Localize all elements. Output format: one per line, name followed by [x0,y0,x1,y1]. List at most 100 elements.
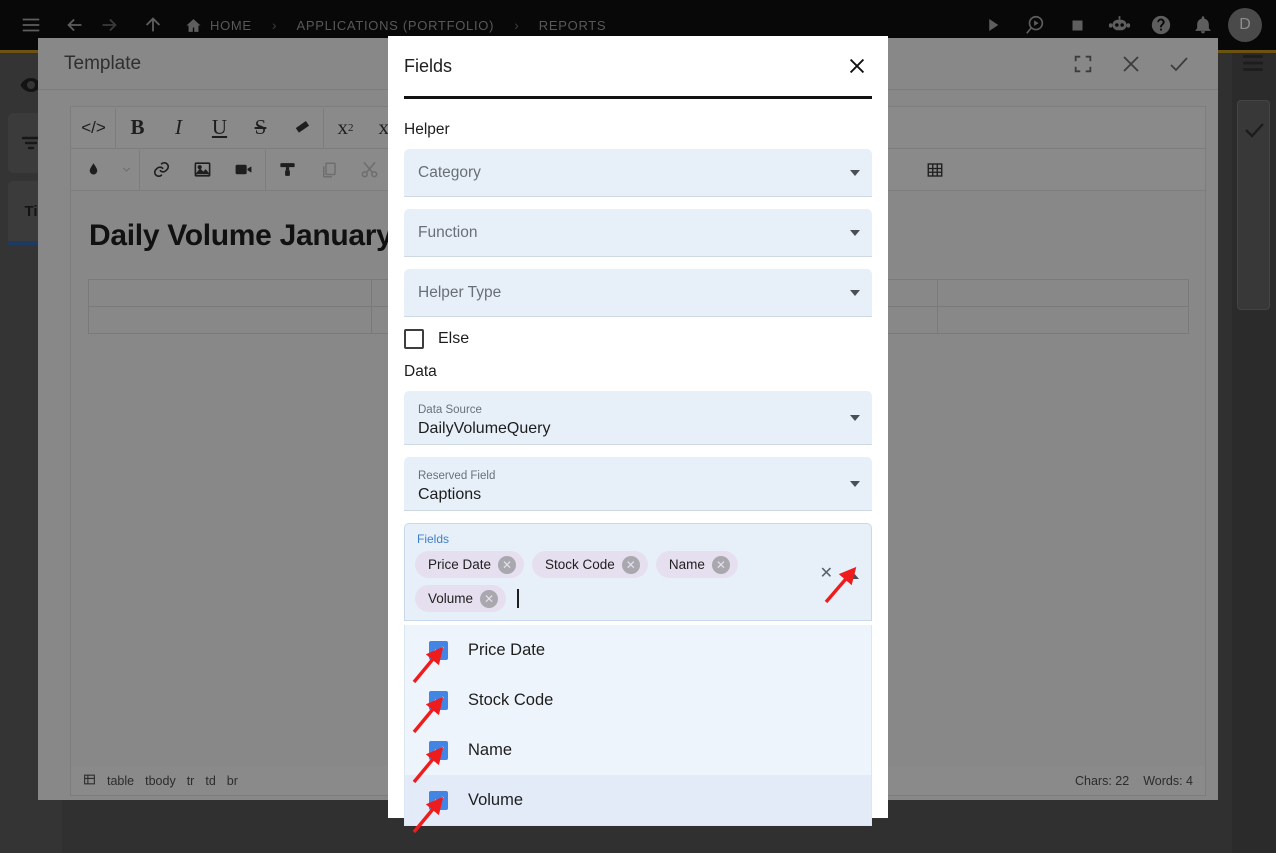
breadcrumb-item-home[interactable]: HOME [206,18,256,33]
chip-stock-code[interactable]: Stock Code ✕ [532,551,648,578]
option-label: Volume [468,790,524,809]
reserved-field-select[interactable]: Reserved Field Captions [404,457,872,511]
text-color-icon[interactable] [73,150,114,190]
path-item-br[interactable]: br [227,774,238,788]
helper-type-placeholder: Helper Type [418,283,502,301]
category-select[interactable]: Category [404,149,872,197]
word-count: Words: 4 [1143,773,1193,788]
chevron-down-icon [850,414,860,421]
clear-format-icon[interactable] [281,108,322,148]
checkbox-checked-icon[interactable] [429,790,448,810]
table-cell[interactable] [937,306,1189,334]
superscript-icon[interactable]: x2 [325,108,366,148]
color-chevron-icon[interactable] [114,150,138,190]
reserved-field-value: Captions [418,485,482,503]
breadcrumb-item-reports[interactable]: REPORTS [535,18,611,33]
checkbox-checked-icon[interactable] [429,740,448,760]
else-checkbox-row[interactable]: Else [404,329,872,349]
chip-label: Name [668,557,705,572]
option-name[interactable]: Name [405,725,871,775]
hamburger-icon[interactable] [14,8,48,42]
chevron-up-icon[interactable] [847,572,859,579]
data-source-value: DailyVolumeQuery [418,419,551,437]
underline-icon[interactable]: U [199,108,240,148]
table-cell[interactable] [88,279,372,307]
chip-price-date[interactable]: Price Date ✕ [415,551,525,578]
breadcrumb-separator: › [271,17,277,33]
selected-chips: Price Date ✕ Stock Code ✕ Name ✕ Volume … [415,551,811,612]
chip-remove-icon[interactable]: ✕ [480,589,499,608]
path-item-table[interactable]: table [107,774,134,788]
fields-legend: Fields [417,532,450,546]
italic-icon[interactable]: I [158,108,199,148]
toolbar-divider [265,149,266,190]
search-play-icon[interactable] [1018,8,1052,42]
option-stock-code[interactable]: Stock Code [405,675,871,725]
path-item-td[interactable]: td [205,774,215,788]
helper-type-select[interactable]: Helper Type [404,269,872,317]
arrow-right-icon [92,8,126,42]
confirm-check-icon[interactable] [1166,51,1192,77]
chip-remove-icon[interactable]: ✕ [498,555,517,574]
chip-volume[interactable]: Volume ✕ [415,585,507,612]
help-icon[interactable] [1144,8,1178,42]
fields-text-cursor[interactable] [517,589,520,608]
check-icon [1242,118,1266,147]
chip-label: Stock Code [545,557,615,572]
close-icon[interactable] [1118,51,1144,77]
status-counts: Chars: 22 Words: 4 [1075,774,1193,788]
option-label: Name [468,740,513,759]
source-code-icon[interactable]: </> [73,108,114,148]
chip-remove-icon[interactable]: ✕ [711,555,730,574]
data-source-select[interactable]: Data Source DailyVolumeQuery [404,391,872,445]
clear-all-icon[interactable]: ✕ [820,566,833,582]
option-volume[interactable]: Volume [405,775,871,825]
dialog-body: Helper Category Function Helper Type Els… [388,99,888,826]
option-price-date[interactable]: Price Date [405,625,871,675]
bold-icon[interactable]: B [117,108,158,148]
path-item-tr[interactable]: tr [187,774,195,788]
element-path-icon [83,773,96,789]
robot-icon[interactable] [1102,8,1136,42]
link-icon[interactable] [141,150,182,190]
fields-option-list: Price Date Stock Code Name Volume [404,625,872,826]
close-icon[interactable] [842,51,872,81]
chip-name[interactable]: Name ✕ [655,551,738,578]
table-cell[interactable] [937,279,1189,307]
checkbox-checked-icon[interactable] [429,690,448,710]
helper-section-label: Helper [404,121,450,138]
page-title: Template [64,52,142,74]
path-item-tbody[interactable]: tbody [145,774,176,788]
format-painter-icon[interactable] [267,150,308,190]
function-placeholder: Function [418,223,478,241]
home-icon[interactable] [180,8,206,42]
image-icon[interactable] [182,150,223,190]
checkbox-checked-icon[interactable] [429,640,448,660]
right-rail-hamburger-icon[interactable] [1240,50,1268,78]
video-icon[interactable] [223,150,264,190]
appbar-actions: D [976,8,1262,42]
function-select[interactable]: Function [404,209,872,257]
table-icon[interactable] [914,150,955,190]
dialog-header: Fields [388,36,888,96]
table-cell[interactable] [88,306,372,334]
fullscreen-icon[interactable] [1070,51,1096,77]
else-checkbox[interactable] [404,329,424,349]
toolbar-divider [323,107,324,148]
chevron-down-icon [850,229,860,236]
chip-remove-icon[interactable]: ✕ [621,555,640,574]
play-icon[interactable] [976,8,1010,42]
avatar[interactable]: D [1228,8,1262,42]
breadcrumb-separator: › [514,17,519,33]
strikethrough-icon[interactable]: S [240,108,281,148]
bell-icon[interactable] [1186,8,1220,42]
chevron-down-icon [850,480,860,487]
chip-label: Price Date [428,557,492,572]
breadcrumb-item-applications[interactable]: APPLICATIONS (PORTFOLIO) [292,18,498,33]
stop-icon[interactable] [1060,8,1094,42]
arrow-up-icon[interactable] [136,8,170,42]
template-header-actions [1070,51,1192,77]
arrow-left-icon[interactable] [58,8,92,42]
dialog-title: Fields [404,55,453,76]
fields-multiselect[interactable]: Fields Price Date ✕ Stock Code ✕ Name ✕ … [404,523,872,621]
